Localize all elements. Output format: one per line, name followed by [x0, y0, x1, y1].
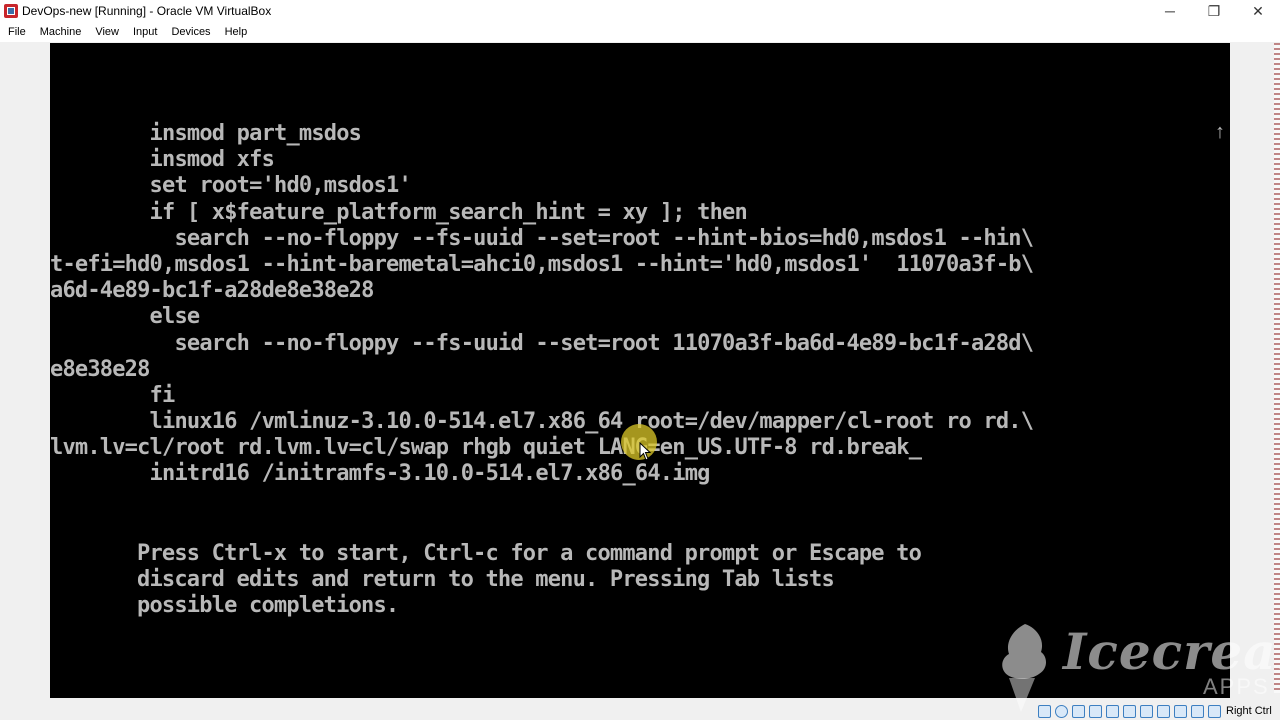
vm-display[interactable]: insmod part_msdos insmod xfs set root='h…	[50, 43, 1230, 698]
help-line: discard edits and return to the menu. Pr…	[137, 567, 835, 593]
virtualbox-icon	[4, 4, 18, 18]
menu-machine[interactable]: Machine	[33, 26, 89, 38]
mouse-integration-icon[interactable]	[1191, 704, 1204, 718]
usb-icon[interactable]	[1106, 704, 1119, 718]
window-titlebar: DevOps-new [Running] - Oracle VM Virtual…	[0, 0, 1280, 22]
window-controls: ─ ❐ ✕	[1148, 0, 1280, 22]
icecream-logo-icon	[1002, 624, 1046, 712]
mouse-pointer-icon	[639, 442, 652, 461]
menu-view[interactable]: View	[88, 26, 126, 38]
grub-line: search --no-floppy --fs-uuid --set=root …	[50, 330, 1034, 356]
help-line: possible completions.	[137, 593, 399, 619]
host-key-label: Right Ctrl	[1226, 705, 1272, 717]
grub-line: insmod xfs	[50, 147, 275, 173]
grub-line: else	[50, 304, 201, 330]
grub-line: search --no-floppy --fs-uuid --set=root …	[50, 225, 1034, 251]
restore-button[interactable]: ❐	[1192, 0, 1236, 22]
window-title: DevOps-new [Running] - Oracle VM Virtual…	[22, 4, 272, 18]
display-icon[interactable]	[1140, 704, 1153, 718]
grub-line: t-efi=hd0,msdos1 --hint-baremetal=ahci0,…	[50, 251, 1034, 277]
icecream-watermark: Icecream APPS	[995, 620, 1280, 715]
help-line: Press Ctrl-x to start, Ctrl-c for a comm…	[137, 541, 922, 566]
optical-drive-icon[interactable]	[1055, 704, 1068, 718]
grub-editor[interactable]: insmod part_msdos insmod xfs set root='h…	[50, 121, 1034, 488]
grub-line: if [ x$feature_platform_search_hint = xy…	[50, 199, 748, 225]
menu-help[interactable]: Help	[218, 26, 255, 38]
video-capture-icon[interactable]	[1157, 704, 1170, 718]
keyboard-capture-icon[interactable]	[1208, 704, 1221, 718]
grub-line: insmod part_msdos	[50, 121, 362, 146]
grub-line: a6d-4e89-bc1f-a28de8e38e28	[50, 278, 374, 304]
vm-status-bar: Right Ctrl	[1036, 702, 1272, 720]
menu-bar: File Machine View Input Devices Help	[0, 22, 1280, 42]
watermark-brand: Icecream	[1063, 622, 1280, 681]
grub-help-text: Press Ctrl-x to start, Ctrl-c for a comm…	[137, 541, 922, 620]
menu-input[interactable]: Input	[126, 26, 164, 38]
menu-devices[interactable]: Devices	[164, 26, 217, 38]
audio-icon[interactable]	[1072, 704, 1085, 718]
watermark-sub: APPS	[1203, 674, 1270, 699]
shared-folders-icon[interactable]	[1123, 704, 1136, 718]
grub-line: set root='hd0,msdos1'	[50, 173, 412, 199]
side-decoration	[1274, 43, 1280, 693]
grub-line: initrd16 /initramfs-3.10.0-514.el7.x86_6…	[50, 461, 711, 487]
cpu-icon[interactable]	[1174, 704, 1187, 718]
scroll-up-indicator: ↑	[1215, 121, 1225, 143]
menu-file[interactable]: File	[0, 26, 33, 38]
grub-line: linux16 /vmlinuz-3.10.0-514.el7.x86_64 r…	[50, 409, 1034, 435]
grub-line: lvm.lv=cl/root rd.lvm.lv=cl/swap rhgb qu…	[50, 435, 922, 461]
minimize-button[interactable]: ─	[1148, 0, 1192, 22]
network-icon[interactable]	[1089, 704, 1102, 718]
grub-line: fi	[50, 382, 176, 408]
hard-disk-icon[interactable]	[1038, 704, 1051, 718]
grub-line: e8e38e28	[50, 356, 150, 382]
close-button[interactable]: ✕	[1236, 0, 1280, 22]
